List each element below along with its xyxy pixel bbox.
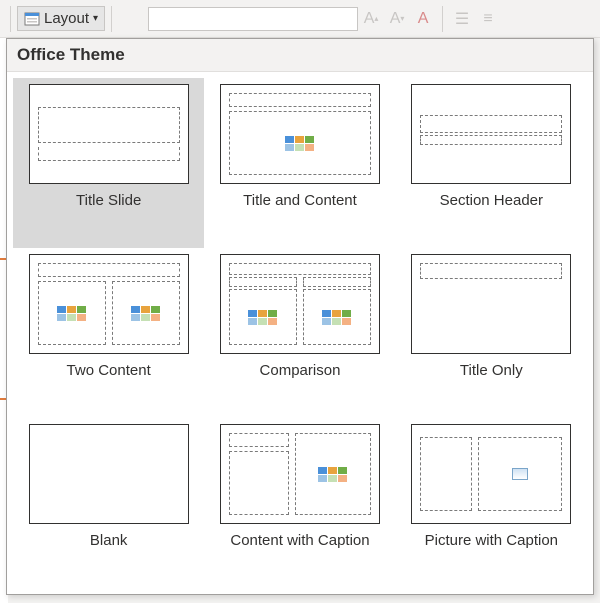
layout-thumb xyxy=(29,424,189,524)
layout-label: Title Slide xyxy=(76,192,141,210)
layout-label: Blank xyxy=(90,532,128,550)
gallery-header: Office Theme xyxy=(7,39,593,72)
layout-thumb xyxy=(29,254,189,354)
layout-comparison[interactable]: Comparison xyxy=(204,248,395,418)
layout-label: Two Content xyxy=(67,362,151,380)
clear-format-icon[interactable]: A xyxy=(413,9,433,29)
layout-thumb xyxy=(220,254,380,354)
layout-thumb xyxy=(29,84,189,184)
layout-thumb xyxy=(411,84,571,184)
layout-icon xyxy=(24,11,40,27)
separator xyxy=(442,6,443,32)
decrease-font-icon[interactable]: A▾ xyxy=(387,9,407,29)
layout-label: Section Header xyxy=(440,192,543,210)
separator xyxy=(10,6,11,32)
layout-two-content[interactable]: Two Content xyxy=(13,248,204,418)
layout-title-and-content[interactable]: Title and Content xyxy=(204,78,395,248)
increase-font-icon[interactable]: A▴ xyxy=(361,9,381,29)
ribbon: Layout ▾ A▴ A▾ A ☰ ≡ xyxy=(0,0,600,38)
layout-thumb xyxy=(411,254,571,354)
layout-thumb xyxy=(220,84,380,184)
layout-label: Title and Content xyxy=(243,192,357,210)
layout-blank[interactable]: Blank xyxy=(13,418,204,588)
layout-button[interactable]: Layout ▾ xyxy=(17,6,105,31)
layout-gallery: Office Theme Title Slide Title and Conte… xyxy=(6,38,594,595)
font-family-box[interactable] xyxy=(148,7,358,31)
layout-content-with-caption[interactable]: Content with Caption xyxy=(204,418,395,588)
layout-label: Picture with Caption xyxy=(425,532,558,550)
bullets-icon[interactable]: ☰ xyxy=(452,9,472,29)
chevron-down-icon: ▾ xyxy=(93,13,98,24)
layout-title-slide[interactable]: Title Slide xyxy=(13,78,204,248)
layout-picture-with-caption[interactable]: Picture with Caption xyxy=(396,418,587,588)
numbering-icon[interactable]: ≡ xyxy=(478,9,498,29)
layout-label: Content with Caption xyxy=(230,532,369,550)
layout-grid: Title Slide Title and Content Section He… xyxy=(7,72,593,594)
separator xyxy=(111,6,112,32)
layout-button-label: Layout xyxy=(44,10,89,27)
layout-title-only[interactable]: Title Only xyxy=(396,248,587,418)
layout-section-header[interactable]: Section Header xyxy=(396,78,587,248)
layout-thumb xyxy=(411,424,571,524)
layout-label: Comparison xyxy=(260,362,341,380)
layout-thumb xyxy=(220,424,380,524)
picture-icon xyxy=(512,468,528,480)
layout-label: Title Only xyxy=(460,362,523,380)
